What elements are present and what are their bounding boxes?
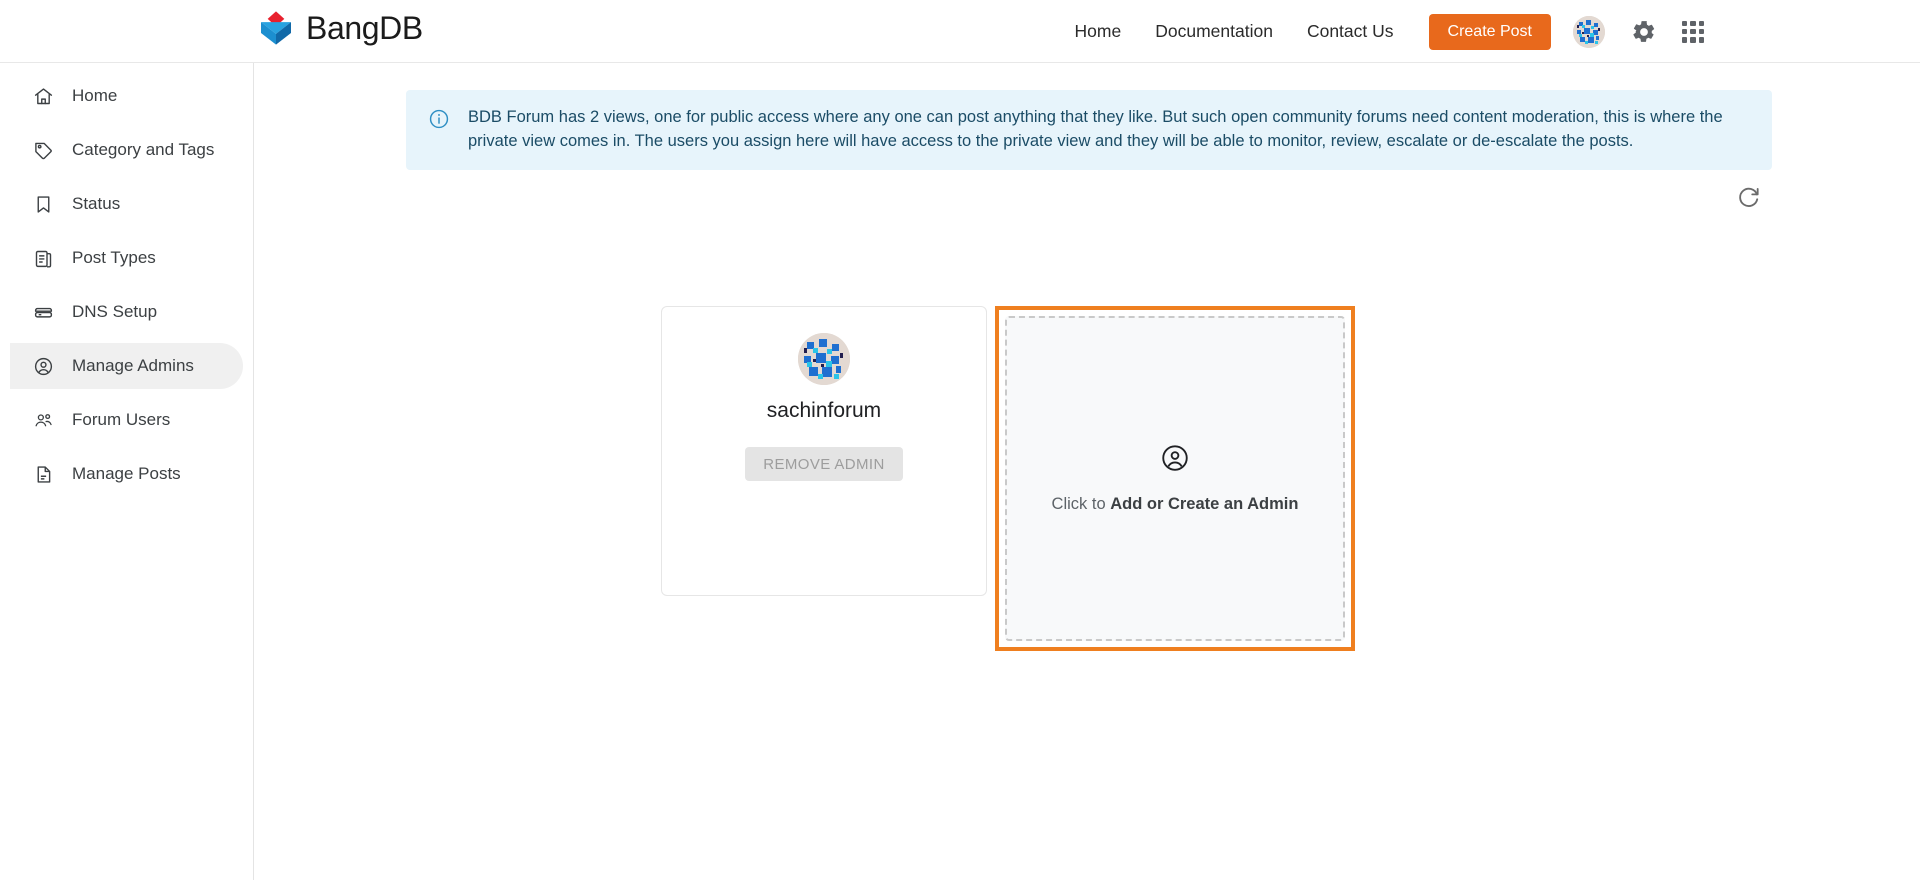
create-post-button[interactable]: Create Post: [1428, 13, 1551, 50]
admin-avatar: [798, 333, 850, 385]
clipboard-icon: [32, 247, 54, 269]
server-icon: [32, 301, 54, 323]
avatar-image: [1573, 15, 1605, 48]
sidebar-item-home[interactable]: Home: [10, 73, 243, 119]
sidebar-item-label: Manage Posts: [72, 464, 181, 483]
apps-dot: [1682, 20, 1688, 26]
sidebar-item-manage-admins[interactable]: Manage Admins: [10, 343, 243, 389]
sidebar-item-label: Post Types: [72, 248, 156, 267]
sidebar-item-post-types[interactable]: Post Types: [10, 235, 243, 281]
info-banner: BDB Forum has 2 views, one for public ac…: [406, 90, 1772, 170]
sidebar-item-dns-setup[interactable]: DNS Setup: [10, 289, 243, 335]
add-admin-label: Click to Add or Create an Admin: [1052, 495, 1299, 514]
apps-dot: [1682, 37, 1688, 43]
apps-dot: [1698, 20, 1704, 26]
nav-link-documentation[interactable]: Documentation: [1138, 0, 1290, 63]
sidebar-item-label: Home: [72, 86, 118, 105]
header-nav: Home Documentation Contact Us Create Pos…: [1058, 0, 1705, 63]
sidebar-item-status[interactable]: Status: [10, 181, 243, 227]
info-banner-text: BDB Forum has 2 views, one for public ac…: [468, 108, 1723, 150]
apps-dot: [1690, 37, 1696, 43]
sidebar: Home Category and Tags Status Post Types: [0, 63, 254, 880]
admin-name: sachinforum: [766, 399, 882, 422]
bangdb-logo-icon: [261, 11, 291, 45]
document-icon: [32, 463, 54, 485]
sidebar-item-forum-users[interactable]: Forum Users: [10, 397, 243, 443]
sidebar-item-label: Manage Admins: [72, 356, 194, 375]
admin-card: sachinforum REMOVE ADMIN: [661, 306, 987, 596]
home-icon: [32, 85, 54, 107]
info-icon: [429, 109, 449, 129]
admin-cards: sachinforum REMOVE ADMIN Click to Add or…: [661, 306, 1355, 651]
tag-icon: [32, 139, 54, 161]
sidebar-item-label: Forum Users: [72, 410, 171, 429]
users-icon: [32, 409, 54, 431]
brand-logo[interactable]: BangDB: [256, 8, 423, 48]
apps-dot: [1690, 28, 1696, 35]
remove-admin-button[interactable]: REMOVE ADMIN: [745, 447, 903, 481]
sidebar-item-manage-posts[interactable]: Manage Posts: [10, 451, 243, 497]
brand-name: BangDB: [306, 10, 423, 46]
apps-dot: [1682, 28, 1688, 35]
add-admin-card[interactable]: Click to Add or Create an Admin: [1005, 316, 1345, 641]
app-header: BangDB Home Documentation Contact Us Cre…: [0, 0, 1920, 63]
avatar[interactable]: [1573, 15, 1605, 48]
bookmark-icon: [32, 193, 54, 215]
add-admin-highlight: Click to Add or Create an Admin: [995, 306, 1355, 651]
sidebar-item-label: Category and Tags: [72, 140, 215, 159]
sidebar-item-label: Status: [72, 194, 121, 213]
admin-avatar-image: [798, 333, 850, 385]
add-user-icon: [1162, 445, 1188, 471]
apps-dot: [1698, 37, 1704, 43]
apps-dot: [1690, 20, 1696, 26]
sidebar-item-label: DNS Setup: [72, 302, 158, 321]
nav-link-contact-us[interactable]: Contact Us: [1290, 0, 1411, 63]
gear-icon[interactable]: [1631, 19, 1657, 45]
refresh-icon[interactable]: [1736, 183, 1762, 209]
refresh-row: [406, 183, 1772, 209]
add-admin-prefix: Click to: [1051, 495, 1111, 513]
nav-link-home[interactable]: Home: [1058, 0, 1139, 63]
apps-grid-icon[interactable]: [1681, 20, 1705, 44]
main-content: BDB Forum has 2 views, one for public ac…: [254, 63, 1920, 880]
sidebar-item-category-and-tags[interactable]: Category and Tags: [10, 127, 243, 173]
apps-dot: [1698, 28, 1704, 35]
add-admin-emphasis: Add or Create an Admin: [1110, 495, 1299, 513]
user-circle-icon: [32, 355, 54, 377]
